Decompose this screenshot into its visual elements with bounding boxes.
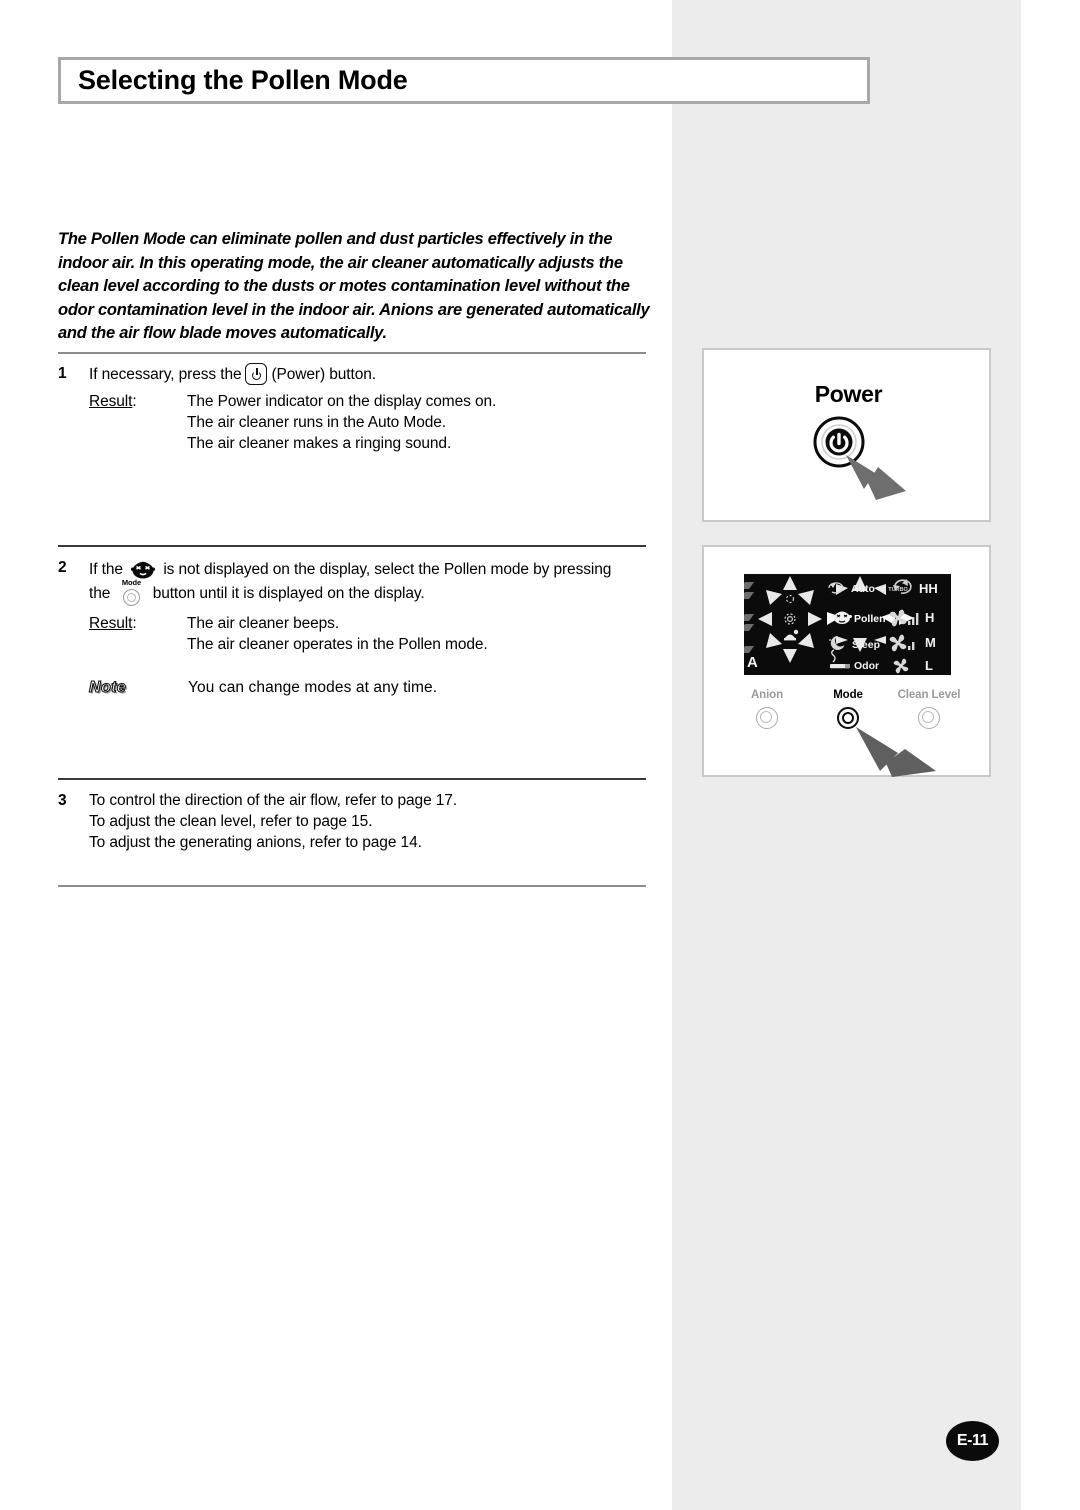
step-2-l1-before: If the xyxy=(89,561,123,578)
pollen-face-icon xyxy=(129,557,157,579)
step-3: 3 To control the direction of the air fl… xyxy=(58,790,658,853)
step-2-l1-after: is not displayed on the display, select … xyxy=(163,561,612,578)
step-2-result-values: The air cleaner beeps. The air cleaner o… xyxy=(187,613,658,655)
step-2-result: Result: The air cleaner beeps. The air c… xyxy=(89,613,658,655)
anion-button-label: Anion xyxy=(750,689,784,701)
step-2-body: If the is not displayed on the display, … xyxy=(88,557,658,698)
step-1-result: Result: The Power indicator on the displ… xyxy=(89,391,658,454)
anion-button[interactable]: Anion xyxy=(724,688,810,729)
svg-text:M: M xyxy=(925,635,936,650)
svg-text:HH: HH xyxy=(919,581,938,596)
step-2-instruction-line-1: If the is not displayed on the display, … xyxy=(89,557,658,580)
page-number-badge: E-11 xyxy=(946,1421,999,1461)
result-colon: : xyxy=(132,393,137,410)
step-2-l2-after: button until it is displayed on the disp… xyxy=(152,585,425,602)
power-icon xyxy=(245,363,268,385)
divider-4 xyxy=(58,885,646,887)
divider-1 xyxy=(58,352,646,354)
result-word: Result xyxy=(89,615,133,632)
result-colon: : xyxy=(132,615,137,632)
step-1-result-line-3: The air cleaner makes a ringing sound. xyxy=(187,435,452,452)
step-1-body: If necessary, press the (Power) button. R… xyxy=(89,363,658,454)
step-3-number: 3 xyxy=(58,792,67,809)
mode-button-icon: Mode xyxy=(116,578,146,607)
intro-paragraph: The Pollen Mode can eliminate pollen and… xyxy=(58,230,650,342)
step-2-result-line-2: The air cleaner operates in the Pollen m… xyxy=(187,636,488,653)
svg-text:H: H xyxy=(925,610,934,625)
step-3-body: To control the direction of the air flow… xyxy=(89,790,658,853)
page-number: E-11 xyxy=(956,1432,989,1449)
step-2-result-label: Result: xyxy=(89,613,187,655)
hand-pointer-icon xyxy=(856,727,936,777)
mode-button-icon-label: Mode xyxy=(121,578,142,587)
step-1-text-before: If necessary, press the xyxy=(89,366,242,383)
note-badge: Note xyxy=(88,678,127,696)
step-1-text-after: (Power) button. xyxy=(271,366,376,383)
step-1-result-values: The Power indicator on the display comes… xyxy=(187,391,658,454)
control-panel-buttons: Anion Mode Clean Level xyxy=(704,688,993,748)
step-1-result-line-1: The Power indicator on the display comes… xyxy=(187,393,497,410)
page-title: Selecting the Pollen Mode xyxy=(78,65,408,95)
clean-level-button-label: Clean Level xyxy=(897,689,961,701)
step-3-line-2: To adjust the clean level, refer to page… xyxy=(89,813,373,830)
document-page: Selecting the Pollen Mode The Pollen Mod… xyxy=(0,0,1080,1510)
divider-3 xyxy=(58,778,646,780)
svg-text:Odor: Odor xyxy=(854,660,879,672)
step-1-instruction: If necessary, press the (Power) button. xyxy=(89,363,658,385)
divider-2 xyxy=(58,545,646,547)
step-1: 1 If necessary, press the (Power) button.… xyxy=(58,363,658,454)
step-2: 2 If the is not displayed on the display… xyxy=(58,557,658,698)
step-2-l2-before: the xyxy=(89,585,111,602)
note-text: You can change modes at any time. xyxy=(188,679,438,696)
power-illustration: Power xyxy=(702,348,991,522)
step-2-result-line-1: The air cleaner beeps. xyxy=(187,615,340,632)
anion-button-ring xyxy=(756,707,778,729)
page-title-box: Selecting the Pollen Mode xyxy=(58,57,870,104)
svg-text:Sleep: Sleep xyxy=(852,639,880,651)
step-3-line-3: To adjust the generating anions, refer t… xyxy=(89,834,422,851)
step-2-instruction-line-2: the Mode button until it is displayed on… xyxy=(89,578,658,607)
control-panel-illustration: A Auto Pollen Sleep Odor TURBO HH H M L … xyxy=(702,545,991,777)
mode-button-icon-ring xyxy=(123,589,141,606)
svg-text:Pollen: Pollen xyxy=(854,613,886,625)
result-word: Result xyxy=(89,393,133,410)
note-block: Note You can change modes at any time. xyxy=(88,677,658,698)
hand-pointer-icon xyxy=(846,455,906,500)
step-1-number: 1 xyxy=(58,365,67,382)
step-1-result-label: Result: xyxy=(89,391,187,454)
svg-text:TURBO: TURBO xyxy=(888,587,908,593)
svg-text:L: L xyxy=(925,658,933,673)
control-panel-display: A Auto Pollen Sleep Odor TURBO HH H M L xyxy=(740,574,951,675)
svg-text:A: A xyxy=(747,654,758,671)
power-illustration-caption: Power xyxy=(814,381,883,407)
page-right-margin xyxy=(1021,0,1080,1510)
step-2-number: 2 xyxy=(58,559,67,576)
step-3-line-1: To control the direction of the air flow… xyxy=(89,792,458,809)
svg-text:Auto: Auto xyxy=(851,583,875,595)
step-1-result-line-2: The air cleaner runs in the Auto Mode. xyxy=(187,414,446,431)
mode-button-label: Mode xyxy=(833,689,863,701)
